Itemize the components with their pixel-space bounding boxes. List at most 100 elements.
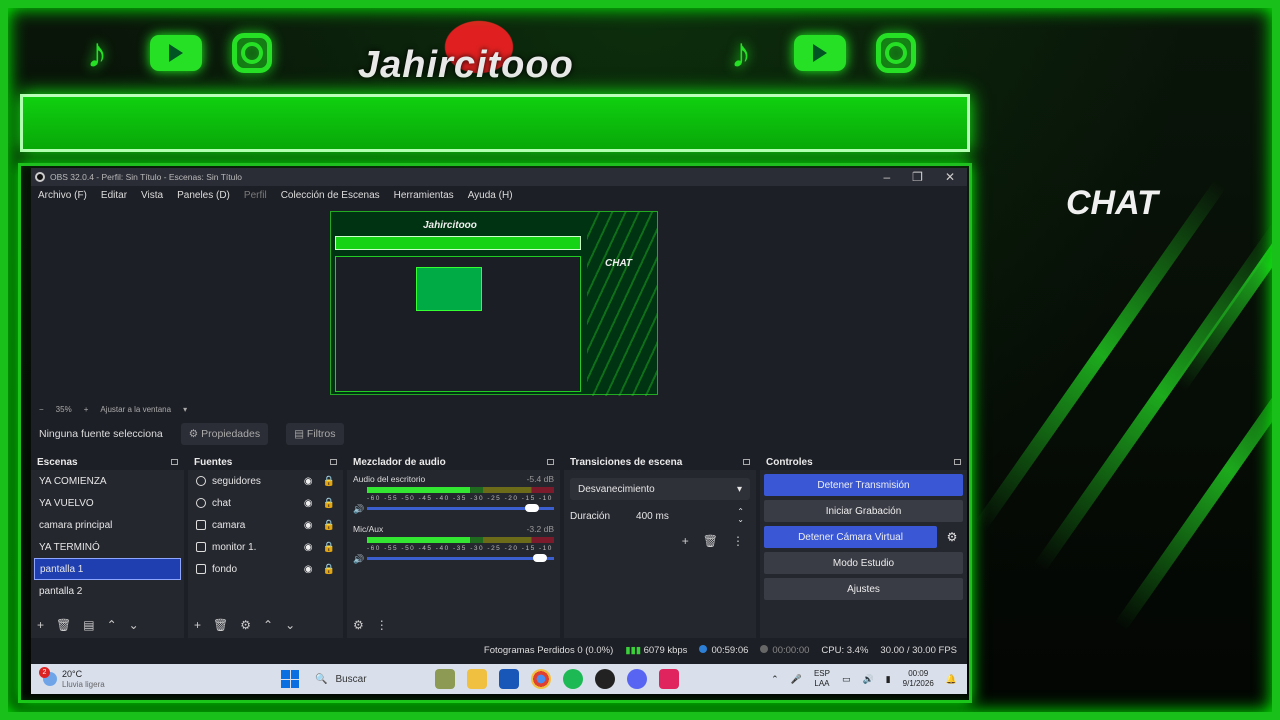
stop-stream-button[interactable]: Detener Transmisión — [764, 474, 963, 496]
widget-app-icon[interactable] — [435, 669, 455, 689]
fit-window-label[interactable]: Ajustar a la ventana — [100, 405, 171, 414]
volume-slider[interactable] — [367, 554, 554, 562]
scene-item[interactable]: YA VUELVO — [31, 492, 184, 514]
controls-dock: Controles Detener Transmisión Iniciar Gr… — [760, 454, 967, 638]
search-label: Buscar — [335, 673, 367, 685]
gear-icon[interactable]: ⚙ — [240, 618, 251, 632]
notifications-icon[interactable]: 🔔 — [946, 674, 957, 685]
store-app-icon[interactable] — [499, 669, 519, 689]
menu-vista[interactable]: Vista — [141, 190, 163, 201]
chevron-down-icon[interactable]: ▾ — [183, 405, 187, 414]
more-options-icon[interactable]: ⋮ — [376, 618, 388, 632]
duration-input[interactable]: 400 ms ⌃ ⌄ — [628, 506, 750, 526]
add-icon[interactable]: + — [194, 618, 201, 632]
eye-icon[interactable]: ◉ — [304, 564, 313, 575]
eye-icon[interactable]: ◉ — [304, 542, 313, 553]
volume-slider[interactable] — [367, 504, 554, 512]
close-icon[interactable]: ✕ — [945, 170, 955, 184]
speaker-icon[interactable]: 🔊 — [353, 504, 364, 515]
move-up-icon[interactable]: ⌃ — [263, 618, 273, 632]
chevron-up-icon[interactable]: ⌃ — [771, 674, 779, 685]
undock-icon[interactable] — [954, 459, 961, 465]
transition-select[interactable]: Desvanecimiento ▾ — [570, 478, 750, 500]
settings-button[interactable]: Ajustes — [764, 578, 963, 600]
menu-ayuda[interactable]: Ayuda (H) — [468, 190, 513, 201]
trash-icon[interactable]: 🗑 — [56, 618, 71, 632]
scene-item-selected[interactable]: pantalla 1 — [34, 558, 181, 580]
volume-icon[interactable]: 🔊 — [862, 674, 873, 685]
add-icon[interactable]: + — [37, 618, 44, 632]
source-item[interactable]: seguidores ◉ 🔒 — [188, 470, 343, 492]
lock-icon[interactable]: 🔒 — [323, 542, 335, 553]
obs-logo-icon — [35, 172, 45, 182]
zoom-in-button[interactable]: + — [84, 405, 89, 414]
source-name: chat — [212, 497, 231, 509]
spotify-icon[interactable] — [563, 669, 583, 689]
weather-widget[interactable]: 2 20°C Lluvia ligera — [31, 667, 281, 690]
eye-icon[interactable]: ◉ — [304, 498, 313, 509]
undock-icon[interactable] — [171, 459, 178, 465]
scene-item[interactable]: YA TERMINÓ — [31, 536, 184, 558]
menu-archivo[interactable]: Archivo (F) — [38, 190, 87, 201]
clock[interactable]: 00:09 9/1/2026 — [903, 669, 934, 689]
scene-item[interactable]: pantalla 2 — [31, 580, 184, 602]
filters-button[interactable]: ▤ Filtros — [286, 423, 344, 445]
undock-icon[interactable] — [330, 459, 337, 465]
volume-slider-knob[interactable] — [532, 554, 547, 562]
language-indicator[interactable]: ESP LAA — [814, 669, 830, 689]
eye-icon[interactable]: ◉ — [304, 476, 313, 487]
obs-app-icon[interactable] — [595, 669, 615, 689]
studio-mode-button[interactable]: Modo Estudio — [764, 552, 963, 574]
scene-item[interactable]: camara principal — [31, 514, 184, 536]
lock-icon[interactable]: 🔒 — [323, 520, 335, 531]
source-item[interactable]: chat ◉ 🔒 — [188, 492, 343, 514]
undock-icon[interactable] — [547, 459, 554, 465]
trash-icon[interactable]: 🗑 — [703, 534, 718, 548]
preview-area[interactable]: Jahircitooo CHAT — [31, 206, 967, 402]
taskbar-search[interactable]: 🔍 Buscar — [315, 674, 435, 685]
properties-button[interactable]: ⚙ Propiedades — [180, 423, 269, 445]
start-recording-button[interactable]: Iniciar Grabación — [764, 500, 963, 522]
add-icon[interactable]: + — [682, 534, 689, 548]
trash-icon[interactable]: 🗑 — [213, 618, 228, 632]
scene-item[interactable]: YA COMIENZA — [31, 470, 184, 492]
lock-icon[interactable]: 🔒 — [323, 498, 335, 509]
tiktok-app-icon[interactable] — [659, 669, 679, 689]
stepper-icon[interactable]: ⌃ ⌄ — [737, 508, 744, 524]
source-item[interactable]: fondo ◉ 🔒 — [188, 558, 343, 580]
source-item[interactable]: camara ◉ 🔒 — [188, 514, 343, 536]
network-icon[interactable]: ▭ — [842, 674, 851, 685]
move-up-icon[interactable]: ⌃ — [107, 618, 117, 632]
microphone-icon[interactable]: 🎤 — [791, 674, 802, 685]
gear-icon[interactable]: ⚙ — [941, 526, 963, 548]
volume-slider-knob[interactable] — [525, 504, 540, 512]
move-down-icon[interactable]: ⌄ — [285, 618, 295, 632]
stop-virtual-camera-button[interactable]: Detener Cámara Virtual — [764, 526, 937, 548]
menu-perfil[interactable]: Perfil — [244, 190, 267, 201]
menu-paneles[interactable]: Paneles (D) — [177, 190, 230, 201]
maximize-icon[interactable]: ❐ — [912, 170, 923, 184]
eye-icon[interactable]: ◉ — [304, 520, 313, 531]
minimize-icon[interactable]: – — [883, 170, 890, 184]
menu-editar[interactable]: Editar — [101, 190, 127, 201]
battery-icon[interactable]: ▮ — [886, 674, 891, 685]
lock-icon[interactable]: 🔒 — [323, 564, 335, 575]
lock-icon[interactable]: 🔒 — [323, 476, 335, 487]
menu-herramientas[interactable]: Herramientas — [394, 190, 454, 201]
source-item[interactable]: monitor 1. ◉ 🔒 — [188, 536, 343, 558]
more-options-icon[interactable]: ⋮ — [732, 534, 744, 548]
zoom-out-button[interactable]: − — [39, 405, 44, 414]
move-down-icon[interactable]: ⌄ — [129, 618, 139, 632]
controls-title: Controles — [766, 456, 813, 468]
chrome-icon[interactable] — [531, 669, 551, 689]
advanced-audio-icon[interactable]: ⚙ — [353, 618, 364, 632]
start-button[interactable] — [281, 670, 299, 688]
undock-icon[interactable] — [743, 459, 750, 465]
fps: 30.00 / 30.00 FPS — [880, 644, 957, 656]
scene-filters-icon[interactable]: ▤ — [83, 618, 94, 632]
discord-icon[interactable] — [627, 669, 647, 689]
menu-coleccion-escenas[interactable]: Colección de Escenas — [281, 190, 380, 201]
preview-canvas[interactable]: Jahircitooo CHAT — [330, 211, 658, 396]
file-explorer-icon[interactable] — [467, 669, 487, 689]
speaker-icon[interactable]: 🔊 — [353, 554, 364, 565]
